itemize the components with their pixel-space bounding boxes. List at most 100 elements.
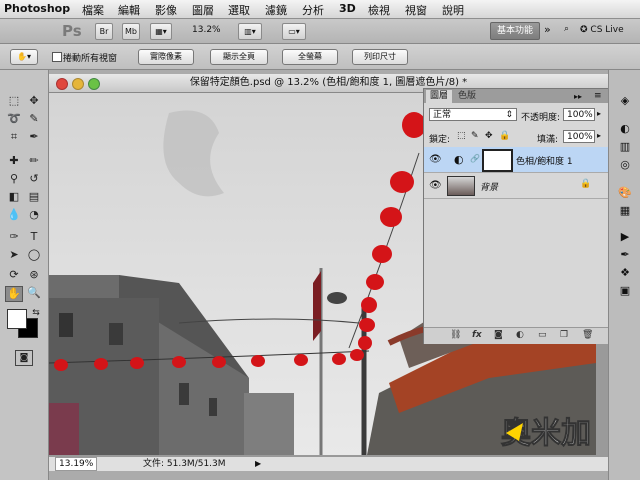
screen-mode-icon[interactable]: ▭▾: [282, 23, 306, 40]
menu-3d[interactable]: 3D: [339, 2, 356, 15]
menu-edit[interactable]: 編輯: [118, 2, 140, 18]
fill-screen-button[interactable]: 全螢幕: [282, 49, 338, 65]
pen-tool-icon[interactable]: ✑: [6, 230, 22, 244]
link-layers-icon[interactable]: ⛓: [450, 330, 461, 340]
document-status-bar: 13.19% 文件: 51.3M/51.3M ▶: [49, 456, 608, 471]
lock-transparency-icon[interactable]: ⬚: [457, 131, 466, 141]
new-layer-icon[interactable]: ❐: [560, 330, 568, 340]
layer-row-background[interactable]: 👁 背景 🔒: [424, 173, 609, 199]
dodge-tool-icon[interactable]: ◔: [26, 208, 42, 222]
menu-analysis[interactable]: 分析: [302, 2, 324, 18]
marquee-tool-icon[interactable]: ⬚: [6, 94, 22, 108]
blur-tool-icon[interactable]: 💧: [6, 208, 22, 222]
close-window-icon[interactable]: [56, 78, 68, 90]
zoom-window-icon[interactable]: [88, 78, 100, 90]
type-tool-icon[interactable]: T: [26, 230, 42, 244]
new-adjustment-layer-icon[interactable]: ◐: [516, 330, 524, 340]
brush-tool-icon[interactable]: ✏: [26, 154, 42, 168]
adjustments-panel-icon[interactable]: ◐: [617, 122, 633, 136]
menu-layer[interactable]: 圖層: [192, 2, 214, 18]
menu-image[interactable]: 影像: [155, 2, 177, 18]
cs-live-button[interactable]: ✪ CS Live: [580, 25, 624, 35]
tab-channels[interactable]: 色版: [454, 90, 480, 103]
hand-tool-icon[interactable]: ✋: [5, 286, 23, 302]
lock-image-icon[interactable]: ✎: [471, 131, 479, 141]
layer-row-hue-saturation[interactable]: 👁 ◐ 🔗 色相/飽和度 1: [424, 147, 609, 173]
lock-all-icon[interactable]: 🔒: [499, 131, 510, 141]
add-mask-icon[interactable]: ◙: [494, 330, 503, 340]
scroll-all-checkbox[interactable]: [52, 52, 62, 62]
menu-file[interactable]: 檔案: [82, 2, 104, 18]
print-size-button[interactable]: 列印尺寸: [352, 49, 408, 65]
delete-layer-icon[interactable]: 🗑: [582, 330, 593, 340]
arrange-documents-icon[interactable]: ▥▾: [238, 23, 262, 40]
menu-filter[interactable]: 濾鏡: [265, 2, 287, 18]
status-menu-arrow-icon[interactable]: ▶: [255, 457, 261, 471]
move-tool-icon[interactable]: ✥: [26, 94, 42, 108]
layer-style-icon[interactable]: fx: [472, 330, 482, 340]
styles-panel-icon[interactable]: ▣: [617, 284, 633, 298]
mini-bridge-icon[interactable]: Mb: [122, 23, 140, 40]
lasso-tool-icon[interactable]: ➰: [6, 112, 22, 126]
layer-mask-link-icon[interactable]: 🔗: [470, 154, 480, 163]
opacity-arrow-icon[interactable]: ▸: [597, 109, 601, 118]
gradient-tool-icon[interactable]: ▤: [26, 190, 42, 204]
foreground-color-swatch[interactable]: [7, 309, 27, 329]
opacity-label: 不透明度:: [521, 113, 561, 123]
workspace-button[interactable]: 基本功能: [490, 22, 540, 40]
fill-arrow-icon[interactable]: ▸: [597, 131, 601, 140]
opacity-input[interactable]: 100%: [563, 108, 595, 121]
menu-select[interactable]: 選取: [228, 2, 250, 18]
scroll-all-label: 捲動所有視窗: [63, 54, 118, 64]
crop-tool-icon[interactable]: ⌗: [6, 130, 22, 144]
tab-layers[interactable]: 圖層: [426, 90, 453, 103]
healing-brush-tool-icon[interactable]: ✚: [6, 154, 22, 168]
blend-mode-select[interactable]: 正常 ⇕: [429, 108, 517, 121]
panel-menu-icon[interactable]: ≡: [590, 90, 606, 103]
app-menu[interactable]: Photoshop: [4, 2, 70, 15]
paths-panel-icon[interactable]: ✒: [617, 248, 633, 262]
histogram-panel-icon[interactable]: ▥: [617, 140, 633, 154]
photoshop-logo-icon: Ps: [62, 22, 82, 40]
menu-view[interactable]: 檢視: [368, 2, 390, 18]
bridge-icon[interactable]: Br: [95, 23, 113, 40]
actual-pixels-button[interactable]: 實際像素: [138, 49, 194, 65]
quick-select-tool-icon[interactable]: ✎: [26, 112, 42, 126]
lock-position-icon[interactable]: ✥: [485, 131, 493, 141]
search-icon[interactable]: ⌕: [564, 24, 569, 34]
swap-colors-icon[interactable]: ⇆: [28, 306, 44, 320]
color-panel-icon[interactable]: 🎨: [617, 186, 633, 200]
double-chevron-icon[interactable]: »: [544, 23, 551, 36]
menu-help[interactable]: 說明: [442, 2, 464, 18]
panel-collapse-icon[interactable]: ▸▸: [570, 90, 586, 103]
layer-thumbnail: [447, 176, 475, 196]
zoom-level[interactable]: 13.2%: [192, 25, 221, 35]
layers-panel-icon[interactable]: ◈: [617, 94, 633, 108]
3d-orbit-tool-icon[interactable]: ⊛: [26, 268, 42, 282]
minimize-window-icon[interactable]: [72, 78, 84, 90]
menu-window[interactable]: 視窗: [405, 2, 427, 18]
channels-panel-icon[interactable]: ❖: [617, 266, 633, 280]
quick-mask-icon[interactable]: ◙: [15, 350, 33, 366]
hand-tool-preset-icon[interactable]: ✋▾: [10, 49, 38, 65]
swatches-panel-icon[interactable]: ▦: [617, 204, 633, 218]
status-zoom[interactable]: 13.19%: [55, 457, 98, 471]
fill-input[interactable]: 100%: [563, 130, 595, 143]
layers-panel: 圖層 色版 ▸▸ ≡ 正常 ⇕ 不透明度: 100% ▸ 鎖定: ⬚ ✎ ✥ 🔒 …: [423, 88, 610, 344]
layer-mask-thumbnail[interactable]: [482, 149, 513, 172]
visibility-eye-icon[interactable]: 👁: [429, 180, 442, 191]
zoom-tool-icon[interactable]: 🔍: [26, 286, 42, 300]
eraser-tool-icon[interactable]: ◧: [6, 190, 22, 204]
new-group-icon[interactable]: ▭: [538, 330, 547, 340]
actions-panel-icon[interactable]: ▶: [617, 230, 633, 244]
path-selection-tool-icon[interactable]: ➤: [6, 248, 22, 262]
fit-screen-button[interactable]: 顯示全頁: [210, 49, 268, 65]
view-extras-icon[interactable]: ▦▾: [150, 23, 172, 40]
visibility-eye-icon[interactable]: 👁: [429, 154, 442, 165]
masks-panel-icon[interactable]: ◎: [617, 158, 633, 172]
eyedropper-tool-icon[interactable]: ✒: [26, 130, 42, 144]
shape-tool-icon[interactable]: ◯: [26, 248, 42, 262]
3d-rotate-tool-icon[interactable]: ⟳: [6, 268, 22, 282]
history-brush-tool-icon[interactable]: ↺: [26, 172, 42, 186]
clone-stamp-tool-icon[interactable]: ⚲: [6, 172, 22, 186]
